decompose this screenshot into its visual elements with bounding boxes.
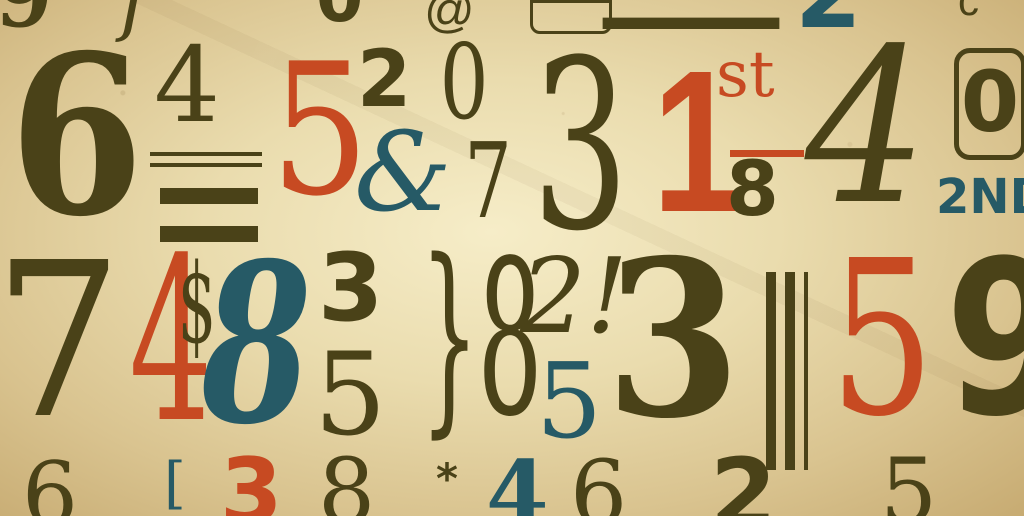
vertical-bar-2 (785, 272, 795, 470)
bottom-six-glyph: 6 (22, 443, 78, 516)
five-red-glyph: 5 (829, 215, 935, 464)
seven-mid-glyph: 7 (464, 120, 512, 242)
badge-zero: 0 (954, 48, 1024, 160)
three-heavy-glyph: 3 (605, 212, 741, 466)
bottom-orange-three-glyph: 3 (220, 439, 283, 516)
bottom-five-glyph: 5 (880, 439, 938, 516)
five-small-glyph: 5 (314, 328, 387, 461)
bottom-eight-glyph: 8 (318, 439, 376, 516)
three-small-glyph: 3 (318, 234, 384, 343)
four-small-glyph: 4 (154, 24, 221, 146)
bottom-two-glyph: 2 (710, 438, 777, 516)
eight-blue-glyph: 8 (201, 214, 312, 473)
four-underline-2 (150, 163, 262, 167)
top-right-c-glyph: c (958, 0, 979, 24)
bottom-six-b-glyph: 6 (570, 441, 628, 516)
four-big-glyph: 4 (804, 3, 928, 252)
eight-small-glyph: 8 (726, 144, 779, 233)
five-teal-glyph: 5 (536, 340, 603, 462)
brace-glyph: } (420, 216, 480, 456)
st-red-glyph: st (716, 38, 775, 112)
seven-left-glyph: 7 (0, 217, 123, 466)
badge-zero-label: 0 (960, 53, 1020, 151)
bottom-four-glyph: 4 (486, 441, 549, 516)
bottom-bracket-glyph: [ (164, 451, 186, 516)
equals-top-bar (160, 188, 258, 204)
two-top-glyph: 2 (357, 35, 412, 125)
four-underline-1 (150, 152, 262, 156)
second-rank-label: 2ND (936, 169, 1024, 225)
ampersand-glyph: & (354, 108, 452, 236)
top-zero-glyph: 0 (316, 0, 363, 33)
bottom-star-glyph: * (436, 454, 458, 503)
nine-right-glyph: 9 (945, 232, 1024, 446)
vertical-bar-3 (804, 272, 808, 470)
big-six-glyph: 6 (9, 6, 144, 265)
